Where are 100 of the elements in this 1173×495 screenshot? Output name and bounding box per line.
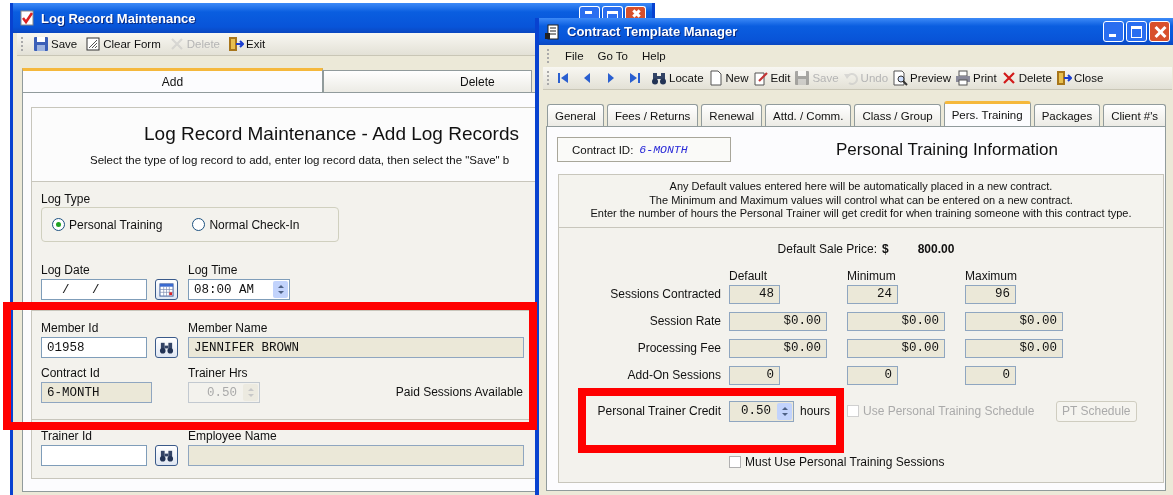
delete-icon <box>1000 70 1017 86</box>
tab[interactable]: Client #'s <box>1103 104 1167 126</box>
document-icon <box>545 23 561 40</box>
value-field[interactable]: 0 <box>729 365 780 385</box>
tab[interactable]: Add <box>22 68 323 92</box>
maximize-button[interactable] <box>602 6 623 18</box>
field-label: Member Id <box>41 321 100 335</box>
toolbar-button[interactable]: Close <box>1055 70 1104 86</box>
window-title: Log Record Maintenance <box>41 10 196 26</box>
checkbox[interactable] <box>729 455 741 468</box>
tab[interactable]: Class / Group <box>854 104 941 126</box>
calendar-button[interactable] <box>155 279 178 300</box>
toolbar-button[interactable]: Delete <box>1000 70 1052 86</box>
menu-item[interactable]: Help <box>642 50 666 62</box>
row-label: Processing Fee <box>636 341 722 355</box>
note-text: Any Default values entered here will be automatically placed in a new contract. <box>668 180 1054 194</box>
tab[interactable]: General <box>547 104 604 126</box>
currency-symbol: $ <box>882 241 889 256</box>
toolbar-button[interactable] <box>627 70 643 86</box>
value-field[interactable]: 0 <box>965 365 1016 385</box>
delete-icon <box>168 36 185 52</box>
close-button[interactable] <box>1149 21 1170 42</box>
search-button[interactable] <box>155 445 178 466</box>
tab[interactable]: Attd. / Comm. <box>765 104 852 126</box>
field-label: Log Type <box>41 192 92 206</box>
binoculars-icon <box>159 340 174 355</box>
field-label: Contract ID: <box>572 143 634 156</box>
value-field[interactable]: 24 <box>847 284 898 304</box>
spin-button[interactable] <box>273 281 288 298</box>
member-name-field: JENNIFER BROWN <box>188 337 524 358</box>
spin-button[interactable] <box>777 402 792 420</box>
toolbar-button[interactable]: Save <box>33 36 78 52</box>
toolbar-button[interactable]: Print <box>955 70 997 86</box>
tab[interactable]: Renewal <box>701 104 763 126</box>
minimize-button[interactable] <box>1103 21 1124 42</box>
value-field[interactable]: $0.00 <box>729 311 827 331</box>
unit-label: hours <box>800 404 831 418</box>
column-header: Default <box>729 268 769 283</box>
date-field[interactable]: / / <box>41 279 147 300</box>
radio-button[interactable] <box>52 218 65 231</box>
value-field[interactable]: 48 <box>729 284 780 304</box>
tab[interactable]: Delete <box>323 70 532 92</box>
toolbar-button[interactable]: Clear Form <box>85 36 161 52</box>
field-label: Employee Name <box>188 429 278 443</box>
toolbar-button[interactable]: Preview <box>892 70 951 86</box>
edit-icon <box>752 70 769 86</box>
toolbar-button[interactable]: Exit <box>228 36 266 52</box>
radio-button[interactable] <box>192 218 206 231</box>
radio-option[interactable]: Normal Check-In <box>192 217 300 232</box>
tab[interactable]: Packages <box>1033 104 1101 126</box>
toolbar-button[interactable] <box>555 70 571 86</box>
row-label: Sessions Contracted <box>609 287 722 301</box>
value-field[interactable]: 0 <box>847 365 898 385</box>
trainer-id-field[interactable] <box>41 445 147 466</box>
value-field[interactable]: 96 <box>965 284 1016 304</box>
page-icon <box>707 70 724 86</box>
door-icon <box>228 36 244 52</box>
field-label: Log Date <box>41 263 91 277</box>
door-icon <box>1055 70 1072 86</box>
row-label: Personal Trainer Credit <box>596 404 722 418</box>
preview-icon <box>892 70 909 86</box>
value-field[interactable]: $0.00 <box>965 338 1063 358</box>
contract-id-value: 6-MONTH <box>639 143 688 156</box>
tab[interactable]: Pers. Training <box>943 101 1031 126</box>
credit-field[interactable]: 0.50 <box>729 400 794 422</box>
value-field[interactable]: $0.00 <box>847 311 945 331</box>
toolbar-button[interactable]: Edit <box>752 70 791 86</box>
value-field[interactable]: $0.00 <box>847 338 945 358</box>
maximize-button[interactable] <box>1126 21 1147 42</box>
minimize-button[interactable] <box>579 6 600 18</box>
field-label: Trainer Hrs <box>188 366 249 380</box>
field-label: Member Name <box>188 321 269 335</box>
column-header: Minimum <box>847 268 897 283</box>
skip-back-icon <box>555 70 571 86</box>
time-field[interactable]: 08:00 AM <box>188 279 290 300</box>
menu-item[interactable]: File <box>565 50 584 62</box>
menu-item[interactable]: Go To <box>597 50 628 62</box>
clear-icon <box>85 36 102 52</box>
field-label: Contract Id <box>41 366 101 380</box>
member-id-field[interactable]: 01958 <box>41 337 147 358</box>
calendar-icon <box>159 282 174 297</box>
value-field[interactable]: $0.00 <box>729 338 827 358</box>
toolbar-button[interactable]: New <box>707 70 749 86</box>
instructions-text: Select the type of log record to add, enter log record data, then select the "Save" b <box>90 154 511 166</box>
column-header: Maximum <box>965 268 1018 283</box>
form-heading: Log Record Maintenance - Add Log Records <box>143 123 520 145</box>
note-text: The Minimum and Maximum values will control what can be entered on a new contract. <box>648 193 1074 207</box>
close-button[interactable] <box>625 6 646 18</box>
section-heading: Personal Training Information <box>834 139 1060 160</box>
value-field[interactable]: $0.00 <box>965 311 1063 331</box>
search-button[interactable] <box>155 337 178 358</box>
checkbox-option[interactable]: Must Use Personal Training Sessions <box>729 454 1163 469</box>
paid-sessions-text: Paid Sessions Available <box>395 385 523 401</box>
row-label: Session Rate <box>648 314 722 328</box>
field-label: Trainer Id <box>41 429 93 443</box>
tab[interactable]: Fees / Returns <box>606 104 699 126</box>
undo-icon <box>842 70 859 86</box>
save-icon <box>33 36 49 52</box>
radio-option[interactable]: Personal Training <box>52 217 163 232</box>
toolbar-button[interactable]: Locate <box>651 70 704 86</box>
